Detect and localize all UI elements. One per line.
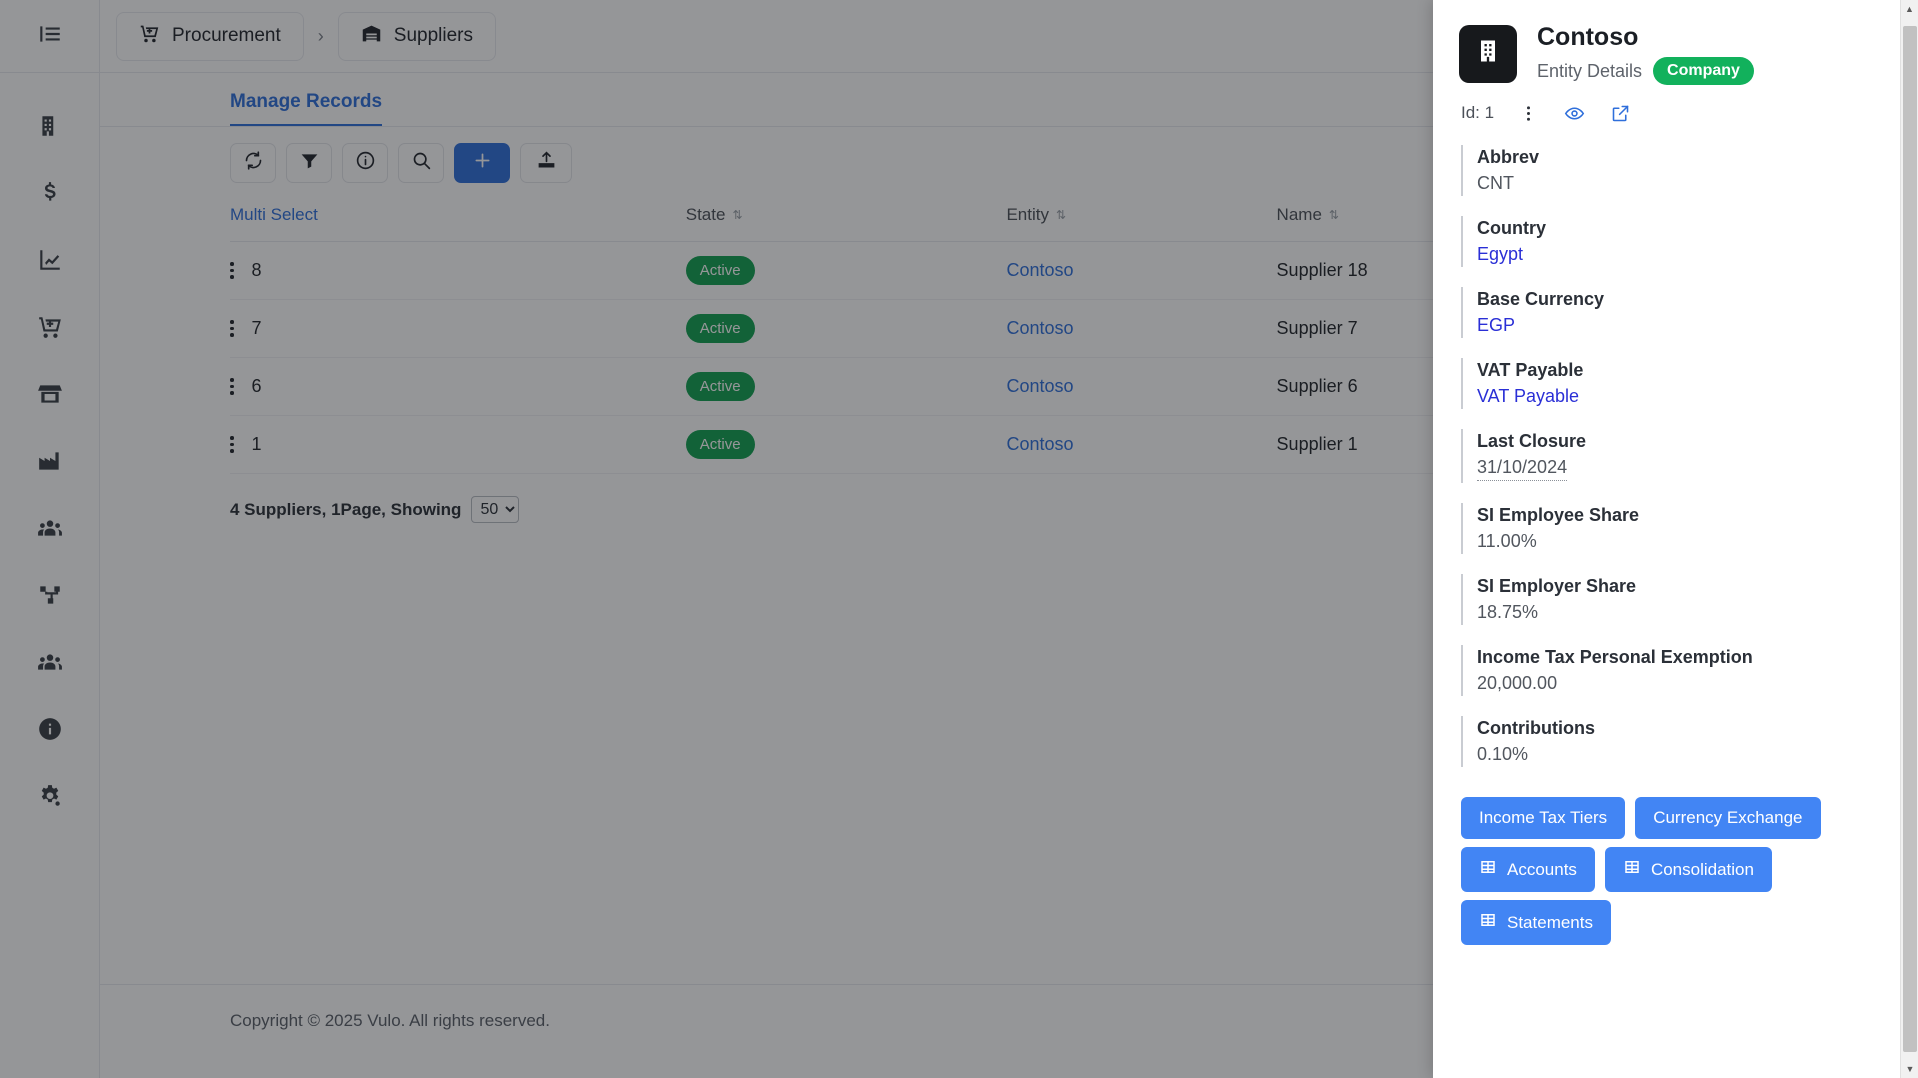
entity-id-label: Id: 1 (1461, 103, 1494, 123)
field-value: 31/10/2024 (1477, 457, 1567, 481)
field-income-tax-personal-exemption: Income Tax Personal Exemption 20,000.00 (1461, 645, 1892, 696)
field-label: SI Employee Share (1477, 505, 1892, 526)
statements-button[interactable]: Statements (1461, 900, 1611, 945)
panel-subtitle-row: Entity Details Company (1537, 57, 1754, 85)
field-last-closure: Last Closure 31/10/2024 (1461, 429, 1892, 483)
panel-titles: Contoso Entity Details Company (1537, 22, 1754, 85)
field-label: Base Currency (1477, 289, 1892, 310)
table-icon (1623, 858, 1641, 881)
field-abbrev: Abbrev CNT (1461, 145, 1892, 196)
currency-exchange-button[interactable]: Currency Exchange (1635, 797, 1820, 839)
field-label: VAT Payable (1477, 360, 1892, 381)
panel-header: Contoso Entity Details Company (1459, 22, 1892, 85)
field-contributions: Contributions 0.10% (1461, 716, 1892, 767)
table-icon (1479, 911, 1497, 934)
consolidation-button[interactable]: Consolidation (1605, 847, 1772, 892)
more-actions-icon[interactable] (1516, 101, 1540, 125)
field-value[interactable]: EGP (1477, 315, 1892, 336)
scroll-down-arrow-icon[interactable]: ▼ (1901, 1060, 1918, 1078)
scrollbar-thumb[interactable] (1903, 26, 1917, 1052)
accounts-button[interactable]: Accounts (1461, 847, 1595, 892)
field-value[interactable]: Egypt (1477, 244, 1892, 265)
button-label: Accounts (1507, 860, 1577, 880)
field-label: Country (1477, 218, 1892, 239)
type-badge: Company (1653, 57, 1754, 85)
button-label: Currency Exchange (1653, 808, 1802, 828)
panel-scroll-area: Contoso Entity Details Company Id: 1 (1433, 0, 1918, 1078)
button-label: Income Tax Tiers (1479, 808, 1607, 828)
preview-eye-icon[interactable] (1562, 101, 1586, 125)
income-tax-tiers-button[interactable]: Income Tax Tiers (1461, 797, 1625, 839)
panel-subtitle: Entity Details (1537, 61, 1642, 82)
button-label: Statements (1507, 913, 1593, 933)
field-base-currency: Base Currency EGP (1461, 287, 1892, 338)
open-external-link-icon[interactable] (1608, 101, 1632, 125)
field-label: Income Tax Personal Exemption (1477, 647, 1892, 668)
field-label: Abbrev (1477, 147, 1892, 168)
entity-details-panel: Contoso Entity Details Company Id: 1 (1433, 0, 1918, 1078)
panel-id-row: Id: 1 (1461, 101, 1892, 125)
field-value[interactable]: VAT Payable (1477, 386, 1892, 407)
field-value: 11.00% (1477, 531, 1892, 552)
field-value: CNT (1477, 173, 1892, 194)
building-icon (1474, 37, 1502, 70)
button-label: Consolidation (1651, 860, 1754, 880)
avatar (1459, 25, 1517, 83)
field-value: 0.10% (1477, 744, 1892, 765)
field-label: Contributions (1477, 718, 1892, 739)
panel-action-buttons: Income Tax Tiers Currency Exchange Accou… (1461, 797, 1831, 945)
field-si-employer-share: SI Employer Share 18.75% (1461, 574, 1892, 625)
field-label: SI Employer Share (1477, 576, 1892, 597)
field-value: 20,000.00 (1477, 673, 1892, 694)
panel-scrollbar[interactable]: ▲ ▼ (1900, 0, 1918, 1078)
field-value: 18.75% (1477, 602, 1892, 623)
scroll-up-arrow-icon[interactable]: ▲ (1901, 0, 1918, 18)
field-vat-payable: VAT Payable VAT Payable (1461, 358, 1892, 409)
field-country: Country Egypt (1461, 216, 1892, 267)
field-si-employee-share: SI Employee Share 11.00% (1461, 503, 1892, 554)
field-label: Last Closure (1477, 431, 1892, 452)
table-icon (1479, 858, 1497, 881)
panel-title: Contoso (1537, 22, 1754, 53)
